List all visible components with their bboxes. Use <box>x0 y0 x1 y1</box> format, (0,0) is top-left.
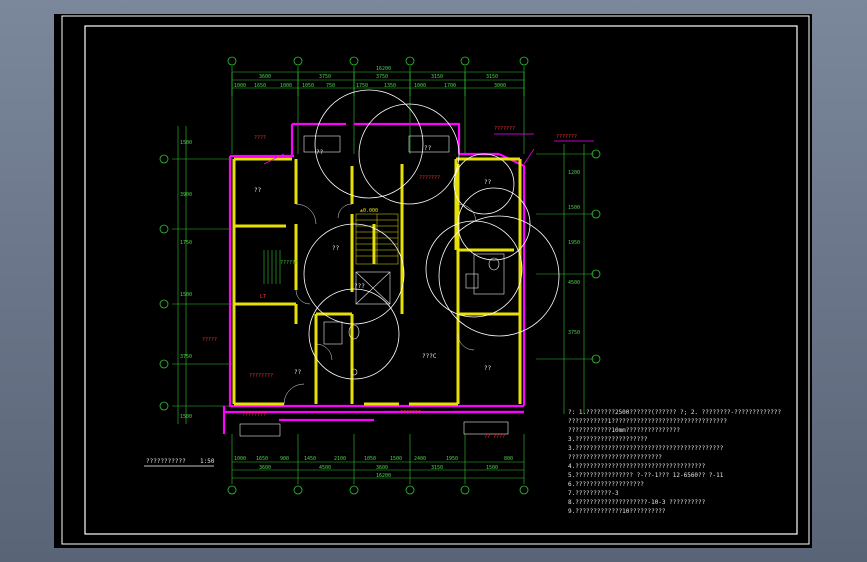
dim-top-a: 3600 <box>259 74 271 80</box>
note-line: 3.??????????????????????????????????????… <box>568 445 724 452</box>
dim-top-2j: 3000 <box>494 83 506 89</box>
dim-top-2h: 1000 <box>414 83 426 89</box>
stair-hatch <box>355 213 399 265</box>
dim-top-e: 3150 <box>486 74 498 80</box>
dim-bot-b: 4500 <box>319 465 331 471</box>
dim-left-d: 1500 <box>180 292 192 298</box>
dim-right-c: 1950 <box>568 240 580 246</box>
right-axis-bubbles <box>591 149 601 364</box>
room-bedroom-label: ?? <box>294 369 302 376</box>
left-dimensions <box>172 126 232 424</box>
balcony-fixtures <box>239 135 509 437</box>
note-line: ?????????????????????????? <box>568 454 662 461</box>
tag-top-right-b: ??????? <box>556 134 577 140</box>
bottom-axis-bubbles <box>227 485 529 495</box>
dim-bot-total: 16200 <box>376 473 391 479</box>
dim-bot-2e: 2100 <box>334 456 346 462</box>
dim-right-b: 1500 <box>568 205 580 211</box>
dim-bot-2f: 1050 <box>364 456 376 462</box>
dim-left-e: 3750 <box>180 354 192 360</box>
note-line: ???????????1????????????????????????????… <box>568 418 727 425</box>
dim-bot-2i: 1950 <box>446 456 458 462</box>
dim-top-2d: 1050 <box>302 83 314 89</box>
inner-frame <box>84 25 798 535</box>
dim-top-total: 16200 <box>376 66 391 72</box>
room-balcony-right: ?? <box>424 145 432 152</box>
dim-bot-2j: 800 <box>504 456 513 462</box>
tag-top-right-a: ??????? <box>494 126 515 132</box>
dim-left-a: 1500 <box>180 140 192 146</box>
dim-bot-2d: 1450 <box>304 456 316 462</box>
dim-top-2b: 1650 <box>254 83 266 89</box>
dim-top-2g: 1350 <box>384 83 396 89</box>
dim-bot-2h: 2400 <box>414 456 426 462</box>
dim-bot-2b: 1650 <box>256 456 268 462</box>
dim-top-b: 3750 <box>319 74 331 80</box>
dim-top-2i: 1700 <box>444 83 456 89</box>
dim-left-c: 1750 <box>180 240 192 246</box>
outer-walls <box>222 122 526 434</box>
dim-top-2f: 1750 <box>356 83 368 89</box>
dim-top-2c: 1000 <box>280 83 292 89</box>
dim-bot-e: 1500 <box>486 465 498 471</box>
elec-box-label: ?????B <box>280 260 298 266</box>
right-dimensions <box>536 144 594 414</box>
tag-kt: ???C <box>422 353 437 360</box>
tag-bottom-right: ?? ???? <box>484 434 505 440</box>
tag-right-circle: ??????? <box>419 175 440 181</box>
tag-lt: LT <box>260 294 266 300</box>
dim-top-2e: 750 <box>326 83 335 89</box>
tag-floor-mark: ±0.000 <box>360 208 378 214</box>
plan-title: ??????????? <box>146 458 186 465</box>
dim-left-f: 1500 <box>180 414 192 420</box>
dim-right-e: 3750 <box>568 330 580 336</box>
drawing-sheet: 16200 3600 3750 3750 3150 3150 1000 1650… <box>54 14 812 548</box>
room-stair-label: ??? <box>354 283 365 290</box>
dim-right-d: 4500 <box>568 280 580 286</box>
dim-top-c: 3750 <box>376 74 388 80</box>
note-line: 4.???????????????????????????????????? <box>568 463 706 470</box>
note-line: 8.????????????????????-10-3 ?????????? <box>568 499 706 506</box>
room-lower-right: ?? <box>484 365 492 372</box>
note-line: 3.???????????????????? <box>568 436 648 443</box>
note-line: 9.?????????????10?????????? <box>568 508 666 515</box>
dim-bot-2c: 900 <box>280 456 289 462</box>
note-line: 7.??????????-3 <box>568 490 619 497</box>
dim-left-b: 3900 <box>180 192 192 198</box>
note-line: 6.??????????????????? <box>568 481 644 488</box>
electrical-runs <box>263 250 281 284</box>
note-line: ?: 1.????????2500??????(?????? ?; 2. ???… <box>568 409 782 416</box>
room-balcony-left: ?? <box>316 149 324 156</box>
dim-right-a: 1200 <box>568 170 580 176</box>
top-axis-bubbles <box>227 56 529 66</box>
floor-plan-drawing: 16200 3600 3750 3750 3150 3150 1000 1650… <box>61 15 810 545</box>
dim-bot-a: 3600 <box>259 465 271 471</box>
general-notes: ?: 1.????????2500??????(?????? ?; 2. ???… <box>568 409 782 515</box>
left-axis-bubbles <box>159 154 169 411</box>
tag-left-mid: ????? <box>202 337 217 343</box>
tag-bottom-left: ???????? <box>242 412 266 418</box>
dim-bot-d: 3150 <box>431 465 443 471</box>
tag-bottom-center: ??????? <box>400 410 421 416</box>
dim-bot-2g: 1500 <box>390 456 402 462</box>
dim-bot-2a: 1000 <box>234 456 246 462</box>
dim-top-2a: 1000 <box>234 83 246 89</box>
room-center: ?? <box>332 245 340 252</box>
dim-bot-c: 3600 <box>376 465 388 471</box>
note-line: ????????????10mm??????????????? <box>568 427 680 434</box>
dim-top-d: 3150 <box>431 74 443 80</box>
note-line: 5.???????????????? ?-??-1??? 12-6560?? ?… <box>568 472 724 479</box>
room-upper-left: ?? <box>254 187 262 194</box>
plan-scale: 1:50 <box>200 458 215 465</box>
tag-left-lower: ???????? <box>249 373 273 379</box>
room-upper-right: ?? <box>484 179 492 186</box>
interior-walls <box>232 157 522 406</box>
tag-top-left: ???? <box>254 135 266 141</box>
